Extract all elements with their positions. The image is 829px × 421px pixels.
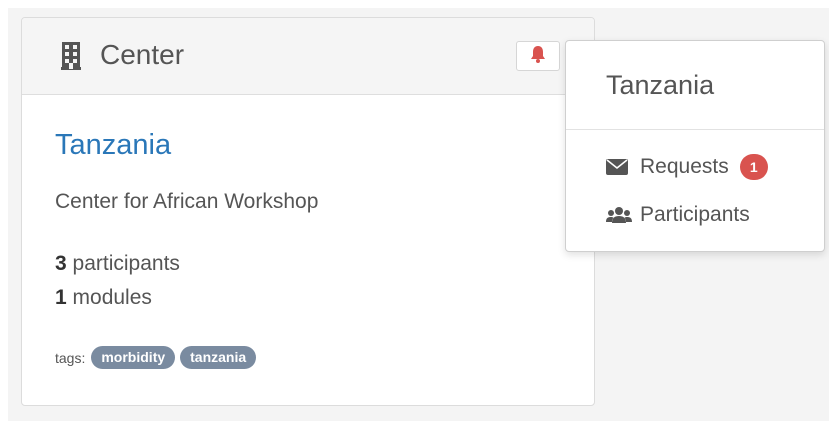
tag-tanzania[interactable]: tanzania — [180, 346, 257, 369]
menu-item-requests[interactable]: Requests 1 — [606, 154, 768, 180]
card-header-title: Center — [100, 39, 185, 70]
center-dropdown-menu: Tanzania Requests 1 Participants — [565, 40, 825, 252]
participants-count: 3 — [55, 252, 67, 275]
modules-stat: 1 modules — [55, 285, 152, 311]
center-card: Center Tanzania Center for African Works… — [21, 17, 595, 406]
menu-item-participants-label: Participants — [640, 203, 750, 226]
menu-item-requests-label: Requests — [640, 155, 729, 178]
center-name-link[interactable]: Tanzania — [55, 127, 171, 163]
notifications-button[interactable] — [516, 41, 560, 71]
requests-count-badge: 1 — [739, 154, 768, 180]
bell-icon — [530, 45, 546, 68]
menu-item-participants[interactable]: Participants — [606, 202, 750, 228]
tags-label: tags: — [55, 349, 86, 366]
modules-count: 1 — [55, 286, 67, 309]
envelope-icon — [606, 157, 632, 177]
users-icon — [606, 205, 632, 225]
card-header: Center — [22, 18, 594, 95]
dropdown-title: Tanzania — [606, 70, 715, 100]
tag-morbidity[interactable]: morbidity — [91, 346, 176, 369]
participants-stat: 3 participants — [55, 251, 180, 277]
dropdown-header: Tanzania — [566, 41, 824, 130]
modules-label: modules — [66, 286, 152, 309]
center-description: Center for African Workshop — [55, 190, 319, 213]
building-icon — [61, 42, 81, 70]
participants-label: participants — [66, 252, 180, 275]
tags-row: tags: morbidity tanzania — [55, 346, 261, 369]
